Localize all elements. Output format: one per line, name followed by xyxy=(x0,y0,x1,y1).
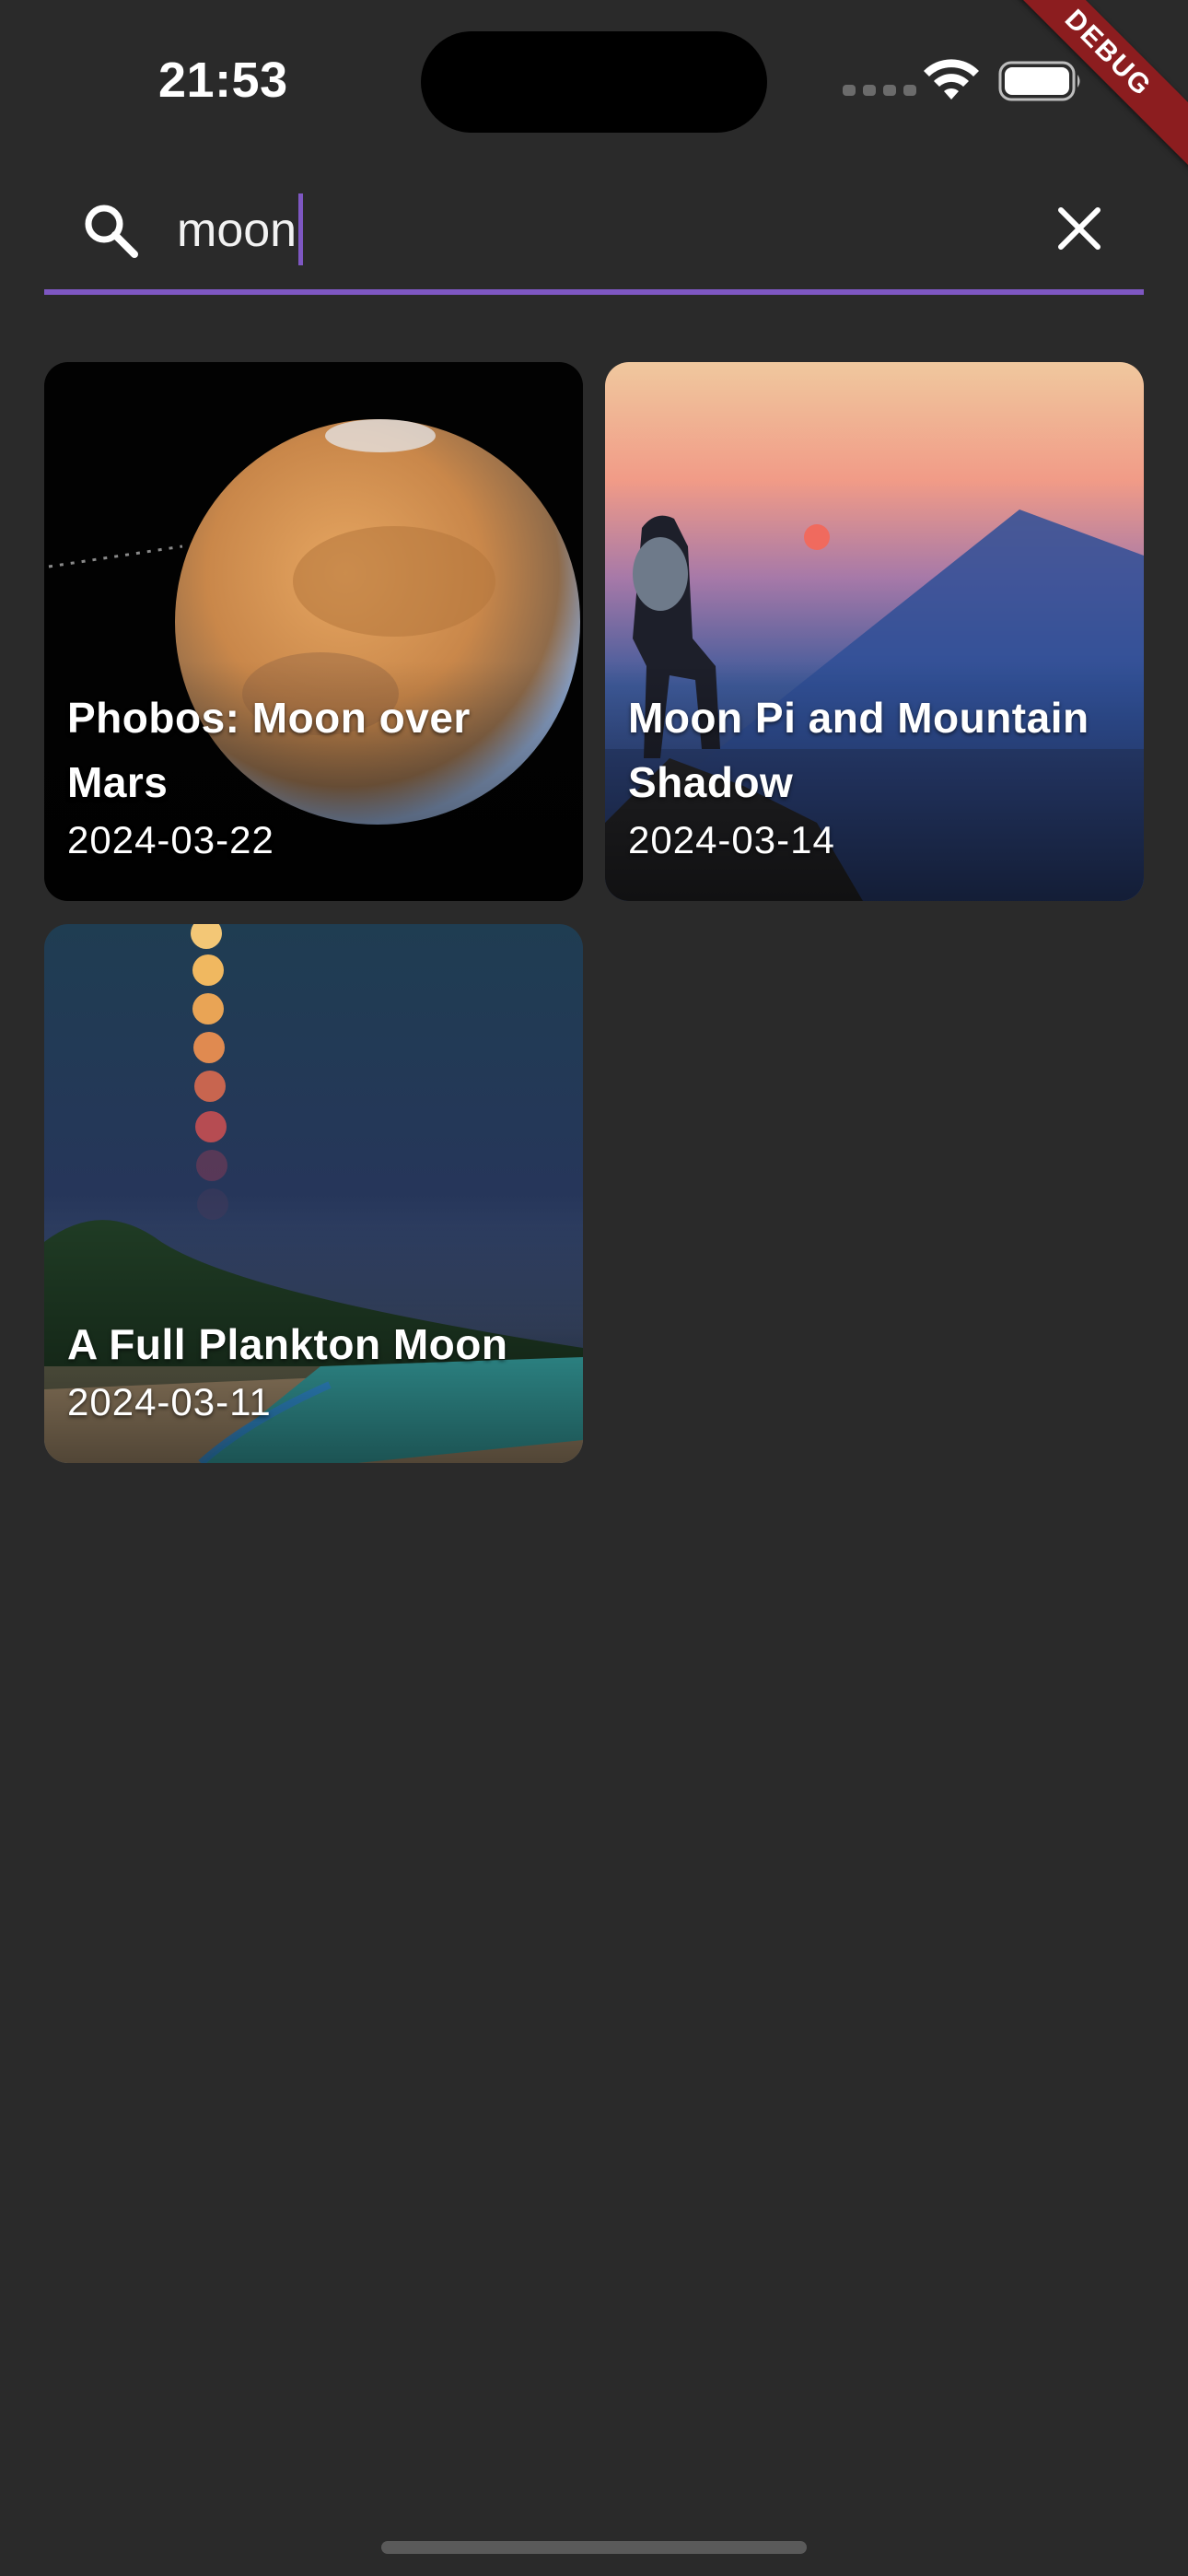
card-date: 2024-03-14 xyxy=(628,818,835,861)
wifi-icon xyxy=(924,59,979,100)
dynamic-island xyxy=(421,31,767,133)
status-time: 21:53 xyxy=(158,53,288,108)
search-icon xyxy=(85,205,138,258)
card-title: A Full Plankton Moon xyxy=(67,1320,508,1368)
result-card[interactable]: Moon Pi and Mountain Shadow 2024-03-14 xyxy=(605,362,1144,901)
battery-icon xyxy=(998,61,1080,101)
result-card[interactable]: A Full Plankton Moon 2024-03-11 xyxy=(44,924,583,1463)
clear-search-button[interactable] xyxy=(1048,197,1111,260)
card-date: 2024-03-22 xyxy=(67,818,274,861)
card-date: 2024-03-11 xyxy=(67,1380,272,1423)
home-indicator[interactable] xyxy=(381,2541,807,2554)
close-icon xyxy=(1058,207,1101,250)
search-bar xyxy=(44,175,1144,295)
cellular-signal-icon xyxy=(843,85,916,96)
text-cursor xyxy=(298,193,303,265)
card-title: Moon Pi and Mountain Shadow xyxy=(628,694,1089,806)
result-card[interactable]: Phobos: Moon over Mars 2024-03-22 xyxy=(44,362,583,901)
card-title: Phobos: Moon over Mars xyxy=(67,694,471,806)
